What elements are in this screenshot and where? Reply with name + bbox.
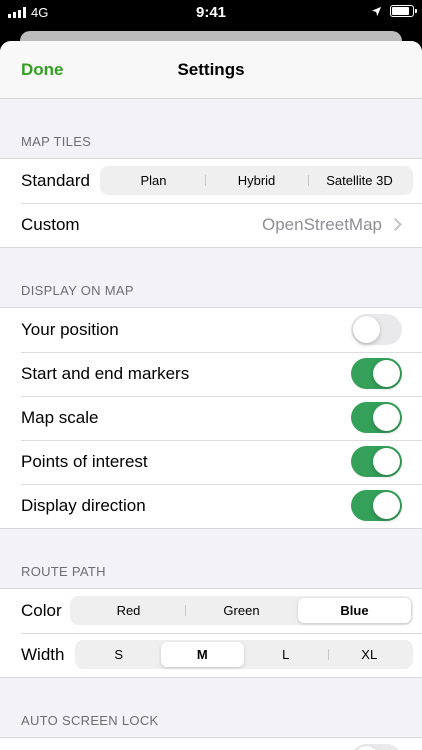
map-tiles-segmented-control: Plan Hybrid Satellite 3D: [100, 166, 413, 195]
section-header-auto-screen-lock: AUTO SCREEN LOCK: [21, 713, 159, 728]
route-path-group: Color Red Green Blue Width S M L XL: [0, 588, 422, 678]
width-row: Width S M L XL: [0, 633, 422, 677]
toggle-row-your-position: Your position: [0, 308, 422, 352]
chevron-right-icon: [389, 218, 402, 231]
toggle-knob: [373, 448, 400, 475]
toggle-row-points-of-interest: Points of interest: [0, 440, 422, 484]
section-header-display-on-map: DISPLAY ON MAP: [21, 283, 134, 298]
segment-l[interactable]: L: [244, 642, 328, 667]
segment-plan[interactable]: Plan: [102, 168, 205, 193]
standard-label: Standard: [21, 171, 90, 190]
settings-sheet: Done Settings MAP TILES Standard Plan Hy…: [0, 41, 422, 750]
segment-xl[interactable]: XL: [327, 642, 412, 667]
width-label: Width: [21, 645, 65, 664]
segment-red[interactable]: Red: [72, 598, 185, 623]
toggle-row-start-end-markers: Start and end markers: [0, 352, 422, 396]
toggle-label: Points of interest: [21, 452, 148, 471]
page-title: Settings: [177, 60, 245, 79]
auto-screen-lock-row: [0, 738, 422, 750]
display-direction-toggle[interactable]: [351, 490, 402, 521]
custom-row[interactable]: Custom OpenStreetMap: [0, 203, 422, 247]
toggle-knob: [373, 492, 400, 519]
your-position-toggle[interactable]: [351, 314, 402, 345]
segment-blue[interactable]: Blue: [298, 598, 411, 623]
toggle-label: Start and end markers: [21, 364, 190, 383]
status-bar: 4G 9:41: [0, 0, 422, 30]
standard-row: Standard Plan Hybrid Satellite 3D: [0, 159, 422, 203]
display-on-map-group: Your position Start and end markers Map …: [0, 307, 422, 529]
segment-hybrid[interactable]: Hybrid: [205, 168, 308, 193]
toggle-label: Display direction: [21, 496, 146, 515]
segment-green[interactable]: Green: [185, 598, 298, 623]
status-right: [371, 5, 417, 17]
custom-label: Custom: [21, 215, 80, 234]
status-time: 9:41: [195, 4, 227, 21]
toggle-label: Your position: [21, 320, 119, 339]
toggle-row-display-direction: Display direction: [0, 484, 422, 528]
toggle-knob: [353, 746, 380, 750]
points-of-interest-toggle[interactable]: [351, 446, 402, 477]
location-arrow-icon: [371, 6, 382, 16]
segment-m[interactable]: M: [160, 642, 244, 667]
navigation-bar: Done Settings: [0, 41, 422, 99]
section-header-route-path: ROUTE PATH: [21, 564, 106, 579]
toggle-label: Map scale: [21, 408, 99, 427]
toggle-knob: [353, 316, 380, 343]
color-segmented-control: Red Green Blue: [70, 596, 413, 625]
toggle-knob: [373, 404, 400, 431]
map-tiles-group: Standard Plan Hybrid Satellite 3D Custom…: [0, 158, 422, 248]
segment-s[interactable]: S: [77, 642, 161, 667]
toggle-row-map-scale: Map scale: [0, 396, 422, 440]
map-scale-toggle[interactable]: [351, 402, 402, 433]
battery-icon: [390, 5, 417, 17]
color-row: Color Red Green Blue: [0, 589, 422, 633]
auto-screen-lock-toggle[interactable]: [351, 744, 402, 750]
color-label: Color: [21, 601, 62, 620]
custom-value: OpenStreetMap: [261, 215, 382, 234]
section-header-map-tiles: MAP TILES: [21, 134, 92, 149]
width-segmented-control: S M L XL: [75, 640, 413, 669]
toggle-knob: [373, 360, 400, 387]
start-end-markers-toggle[interactable]: [351, 358, 402, 389]
segment-satellite-3d[interactable]: Satellite 3D: [308, 168, 411, 193]
auto-screen-lock-group: [0, 737, 422, 750]
